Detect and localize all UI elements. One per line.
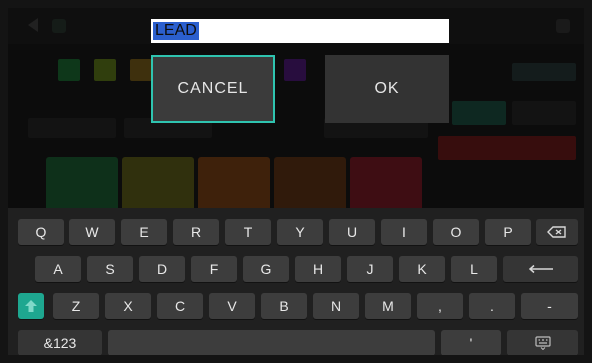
ok-button[interactable]: OK (325, 55, 449, 123)
shift-key[interactable] (18, 293, 44, 319)
key-a[interactable]: A (35, 256, 81, 282)
hide-keyboard-key[interactable] (507, 330, 578, 355)
key-e[interactable]: E (121, 219, 167, 245)
key-g[interactable]: G (243, 256, 289, 282)
key-apostrophe[interactable]: ' (441, 330, 501, 355)
key-n[interactable]: N (313, 293, 359, 319)
name-input[interactable]: LEAD (151, 19, 449, 43)
key-h[interactable]: H (295, 256, 341, 282)
keyboard-icon (534, 336, 551, 350)
space-key[interactable] (108, 330, 435, 355)
key-o[interactable]: O (433, 219, 479, 245)
on-screen-keyboard: Q W E R T Y U I O P A S D F G H J K L Z … (8, 208, 584, 355)
screen: LEAD CANCEL OK Q W E R T Y U I O P A S D… (8, 8, 584, 355)
key-c[interactable]: C (157, 293, 203, 319)
key-p[interactable]: P (485, 219, 531, 245)
key-l[interactable]: L (451, 256, 497, 282)
key-s[interactable]: S (87, 256, 133, 282)
key-u[interactable]: U (329, 219, 375, 245)
backspace-icon (547, 226, 566, 238)
key-period[interactable]: . (469, 293, 515, 319)
numbers-key[interactable]: &123 (18, 330, 102, 355)
key-comma[interactable]: , (417, 293, 463, 319)
key-m[interactable]: M (365, 293, 411, 319)
key-v[interactable]: V (209, 293, 255, 319)
backspace-key[interactable] (536, 219, 578, 245)
key-i[interactable]: I (381, 219, 427, 245)
key-x[interactable]: X (105, 293, 151, 319)
key-t[interactable]: T (225, 219, 271, 245)
key-f[interactable]: F (191, 256, 237, 282)
key-b[interactable]: B (261, 293, 307, 319)
key-z[interactable]: Z (53, 293, 99, 319)
key-y[interactable]: Y (277, 219, 323, 245)
selected-name-text: LEAD (153, 22, 199, 40)
shift-icon (25, 300, 37, 312)
key-dash[interactable]: - (521, 293, 578, 319)
cancel-button[interactable]: CANCEL (151, 55, 275, 123)
key-k[interactable]: K (399, 256, 445, 282)
enter-icon (528, 264, 553, 274)
key-j[interactable]: J (347, 256, 393, 282)
enter-key[interactable] (503, 256, 578, 282)
key-w[interactable]: W (69, 219, 115, 245)
key-d[interactable]: D (139, 256, 185, 282)
key-r[interactable]: R (173, 219, 219, 245)
key-q[interactable]: Q (18, 219, 64, 245)
